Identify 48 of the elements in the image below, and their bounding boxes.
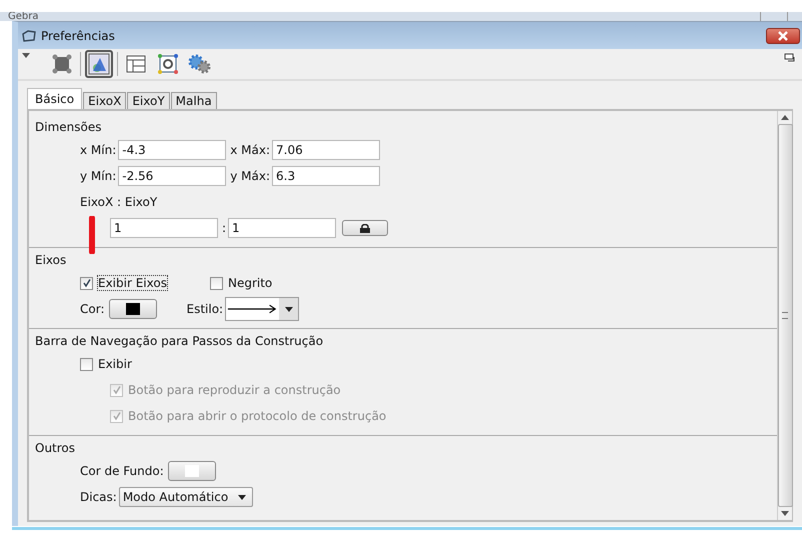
checkbox[interactable]: Exibir xyxy=(80,356,133,372)
color-button[interactable] xyxy=(168,461,216,481)
undock-icon[interactable] xyxy=(784,53,796,62)
field-label: : xyxy=(222,221,226,235)
field-label: y Máx: xyxy=(230,169,270,183)
scroll-down-icon[interactable] xyxy=(781,511,789,516)
close-icon xyxy=(776,30,790,40)
field-label: x Máx: xyxy=(230,143,270,157)
scroll-up-icon[interactable] xyxy=(781,115,789,120)
tab[interactable]: EixoY xyxy=(127,92,170,109)
color-button[interactable] xyxy=(108,299,156,319)
input-field[interactable]: 1 xyxy=(228,218,336,238)
lock-icon xyxy=(359,224,372,232)
scrollbar[interactable] xyxy=(777,111,792,520)
input-field[interactable]: -2.56 xyxy=(118,166,226,186)
field-label: y Mín: xyxy=(80,169,116,183)
graphics-tool-button[interactable] xyxy=(85,50,113,78)
checkbox[interactable]: Negrito xyxy=(210,275,274,291)
section-title: Barra de Navegação para Passos da Construção xyxy=(35,333,324,350)
field-label: Cor: xyxy=(80,302,104,316)
input-field[interactable]: 6.3 xyxy=(272,166,380,186)
section-title: Eixos xyxy=(35,252,68,269)
checkbox-box[interactable] xyxy=(210,276,223,290)
field-label: Dicas: xyxy=(80,490,117,504)
polygon-icon xyxy=(20,28,38,42)
tooltips-dropdown[interactable]: Modo Automático xyxy=(118,487,254,507)
section-title: Dimensões xyxy=(35,119,102,136)
input-field[interactable]: 1 xyxy=(110,218,218,238)
window-title: Preferências xyxy=(41,28,115,42)
close-button[interactable] xyxy=(766,28,800,44)
tab[interactable]: Básico xyxy=(27,88,82,109)
field-label: Cor de Fundo: xyxy=(80,464,164,478)
input-field[interactable]: -4.3 xyxy=(118,140,226,160)
input-field[interactable]: 7.06 xyxy=(272,140,380,160)
field-label: Estilo: xyxy=(186,302,224,316)
field-label: x Mín: xyxy=(80,143,116,157)
tab[interactable]: EixoX xyxy=(83,92,126,109)
field-label: EixoX : EixoY xyxy=(80,195,158,209)
checkbox-box[interactable] xyxy=(80,358,93,370)
tab[interactable]: Malha xyxy=(170,92,217,109)
section-title: Outros xyxy=(35,440,76,457)
line-style-dropdown[interactable] xyxy=(225,297,300,321)
menu-caret-icon[interactable] xyxy=(22,53,30,58)
checkbox-box[interactable] xyxy=(80,276,93,290)
lock-button[interactable] xyxy=(342,220,388,236)
caret-icon xyxy=(238,494,246,500)
annotation-mark xyxy=(88,216,96,254)
caret-icon xyxy=(284,306,293,312)
